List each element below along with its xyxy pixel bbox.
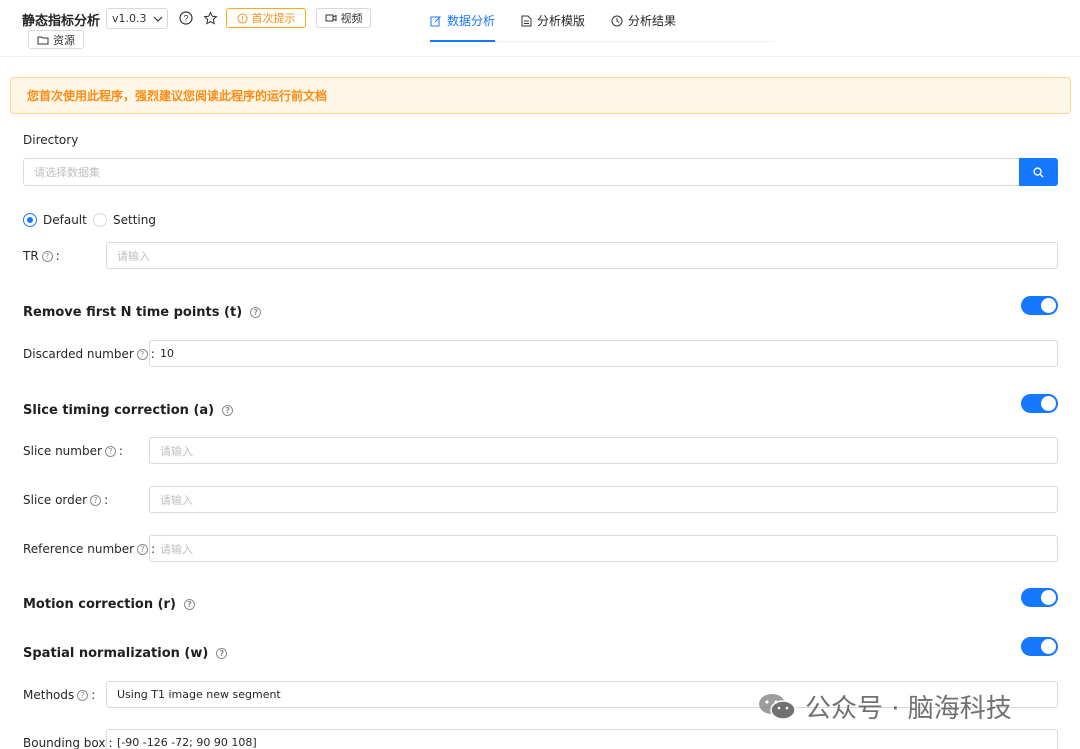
slice-order-input[interactable]: 请输入 <box>149 486 1058 513</box>
edit-icon <box>430 15 441 26</box>
slice-order-placeholder: 请输入 <box>160 493 193 507</box>
help-icon[interactable]: ? <box>178 10 194 26</box>
bbox-label-text: Bounding box <box>23 736 106 749</box>
help-icon[interactable]: ? <box>216 648 228 659</box>
radio-setting-label: Setting <box>113 213 156 227</box>
directory-search-button[interactable] <box>1019 158 1058 186</box>
section-slice-text: Slice timing correction (a) <box>23 403 215 418</box>
main-tabs: 数据分析 分析模版 分析结果 <box>430 0 775 42</box>
version-select[interactable]: v1.0.3 <box>106 8 168 29</box>
version-value: v1.0.3 <box>112 12 147 25</box>
radio-default-label: Default <box>43 213 87 227</box>
tab-analysis-result[interactable]: 分析结果 <box>611 0 676 41</box>
help-icon[interactable]: ? <box>136 348 148 360</box>
tr-input[interactable]: 请输入 <box>106 242 1058 269</box>
help-icon[interactable]: ? <box>77 689 89 701</box>
discarded-label-text: Discarded number <box>23 347 134 361</box>
directory-placeholder: 请选择数据集 <box>34 166 100 179</box>
section-spatial-title: Spatial normalization (w)? <box>23 646 228 661</box>
slice-order-label-text: Slice order <box>23 493 88 507</box>
chevron-down-icon <box>153 16 163 22</box>
help-icon[interactable]: ? <box>41 250 53 262</box>
directory-label-text: Directory <box>23 133 79 147</box>
help-icon[interactable]: ? <box>137 543 149 555</box>
tr-label: TR?: <box>23 249 60 263</box>
directory-label: Directory <box>23 133 78 147</box>
discarded-label: Discarded number?: <box>23 347 155 361</box>
remove-toggle[interactable] <box>1021 296 1058 315</box>
slice-number-label: Slice number?: <box>23 444 123 458</box>
svg-text:?: ? <box>183 14 188 24</box>
section-spatial-text: Spatial normalization (w) <box>23 646 209 661</box>
slice-toggle[interactable] <box>1021 394 1058 413</box>
wechat-icon <box>759 693 796 720</box>
tr-placeholder: 请输入 <box>117 249 150 263</box>
search-icon <box>1033 166 1044 178</box>
resource-button[interactable]: 资源 <box>28 30 84 49</box>
directory-input[interactable]: 请选择数据集 <box>23 158 1020 186</box>
resource-label: 资源 <box>53 33 75 47</box>
folder-icon <box>37 36 49 44</box>
star-icon[interactable] <box>202 10 218 26</box>
help-icon[interactable]: ? <box>183 599 195 610</box>
section-remove-title: Remove first N time points (t)? <box>23 305 262 320</box>
app-header: 静态指标分析 v1.0.3 ? 首次提示 视频 资源 数据分析 分析模版 分析结… <box>0 0 1080 57</box>
watermark: 公众号 · 脑海科技 <box>757 688 1012 725</box>
first-hint-label: 首次提示 <box>251 12 296 25</box>
file-icon <box>521 15 532 26</box>
spatial-toggle[interactable] <box>1021 637 1058 656</box>
help-icon[interactable]: ? <box>250 307 262 318</box>
help-icon[interactable]: ? <box>104 445 116 457</box>
video-icon <box>325 14 336 22</box>
reference-number-label: Reference number?: <box>23 542 156 556</box>
motion-toggle[interactable] <box>1021 588 1058 607</box>
alert-text: 您首次使用此程序，强烈建议您阅读此程序的运行前文档 <box>27 89 328 103</box>
section-slice-title: Slice timing correction (a)? <box>23 403 234 418</box>
reference-placeholder: 请输入 <box>160 542 193 556</box>
bounding-box-input[interactable]: [-90 -126 -72; 90 90 108] <box>106 729 1058 749</box>
radio-setting-dot[interactable] <box>93 213 107 227</box>
tr-label-text: TR <box>23 249 39 263</box>
bounding-box-label: Bounding box: <box>23 736 113 749</box>
section-motion-text: Motion correction (r) <box>23 597 176 612</box>
radio-setting[interactable]: Setting <box>93 213 156 227</box>
help-icon[interactable]: ? <box>222 405 234 416</box>
app-title: 静态指标分析 <box>22 14 101 29</box>
methods-value: Using T1 image new segment <box>117 688 281 701</box>
video-label: 视频 <box>340 12 363 25</box>
discarded-value: 10 <box>160 347 174 360</box>
tab-data-analysis[interactable]: 数据分析 <box>430 0 496 42</box>
section-motion-title: Motion correction (r)? <box>23 597 195 612</box>
info-icon <box>236 12 248 24</box>
tab-label: 分析结果 <box>628 14 677 28</box>
slice-number-label-text: Slice number <box>23 444 102 458</box>
bbox-value: [-90 -126 -72; 90 90 108] <box>117 736 257 749</box>
tab-label: 数据分析 <box>447 14 496 28</box>
discarded-number-input[interactable]: 10 <box>149 340 1058 367</box>
reference-number-input[interactable]: 请输入 <box>149 535 1058 562</box>
first-use-alert: 您首次使用此程序，强烈建议您阅读此程序的运行前文档 <box>10 77 1071 114</box>
radio-default[interactable]: Default <box>23 213 87 227</box>
watermark-text: 公众号 · 脑海科技 <box>805 694 1012 724</box>
radio-default-dot[interactable] <box>23 213 37 227</box>
slice-number-placeholder: 请输入 <box>160 444 193 458</box>
help-icon[interactable]: ? <box>90 494 102 506</box>
tab-analysis-template[interactable]: 分析模版 <box>521 0 585 41</box>
section-remove-text: Remove first N time points (t) <box>23 305 243 320</box>
slice-order-label: Slice order?: <box>23 493 109 507</box>
history-icon <box>611 15 623 26</box>
reference-label-text: Reference number <box>23 542 135 556</box>
slice-number-input[interactable]: 请输入 <box>149 437 1058 464</box>
methods-label-text: Methods <box>23 688 75 702</box>
tab-label: 分析模版 <box>537 14 586 28</box>
methods-label: Methods?: <box>23 688 96 702</box>
first-hint-button[interactable]: 首次提示 <box>226 8 306 28</box>
video-button[interactable]: 视频 <box>316 8 371 28</box>
